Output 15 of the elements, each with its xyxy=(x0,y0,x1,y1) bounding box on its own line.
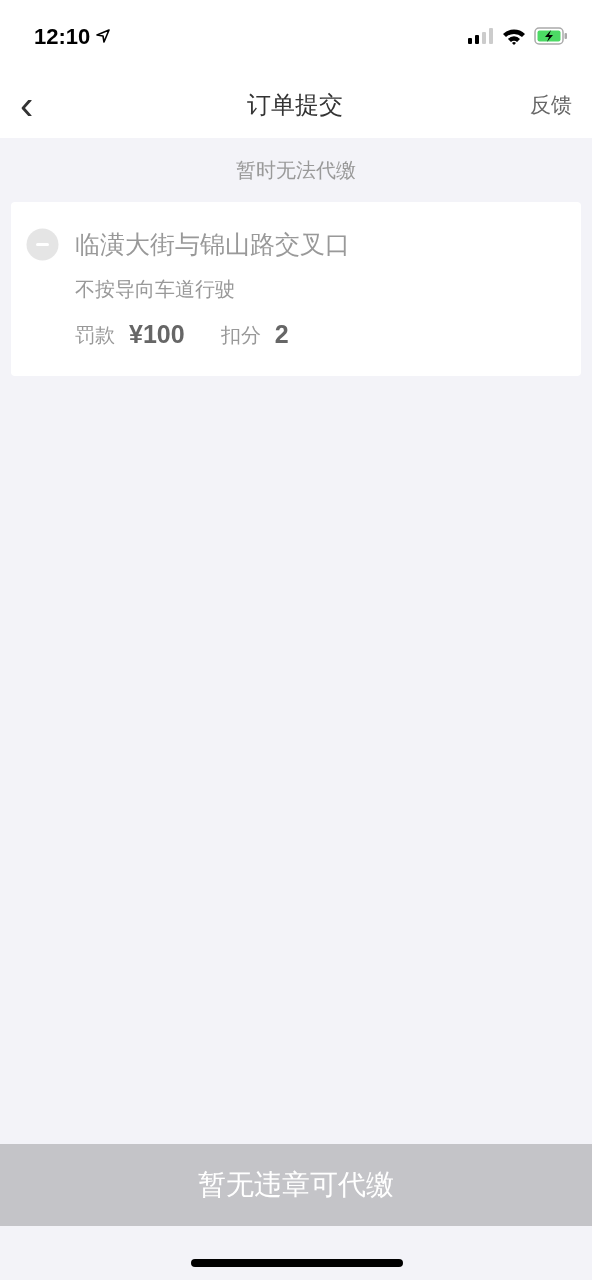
violation-location: 临潢大街与锦山路交叉口 xyxy=(75,229,350,260)
points-label: 扣分 xyxy=(220,322,261,348)
back-button[interactable]: ‹ xyxy=(20,85,60,125)
feedback-button[interactable]: 反馈 xyxy=(530,89,572,121)
section-title: 暂时无法代缴 xyxy=(236,158,356,183)
fine-amount: ¥100 xyxy=(129,319,185,350)
battery-charging-icon xyxy=(534,27,568,45)
violation-reason: 不按导向车道行驶 xyxy=(75,277,236,302)
signal-icon xyxy=(468,28,494,44)
wifi-icon xyxy=(502,27,526,45)
fine-label: 罚款 xyxy=(75,322,115,348)
points-value: 2 xyxy=(274,319,289,350)
location-arrow-icon xyxy=(96,29,111,43)
page-title: 订单提交 xyxy=(247,90,343,120)
status-time: 12:10 xyxy=(34,22,91,51)
